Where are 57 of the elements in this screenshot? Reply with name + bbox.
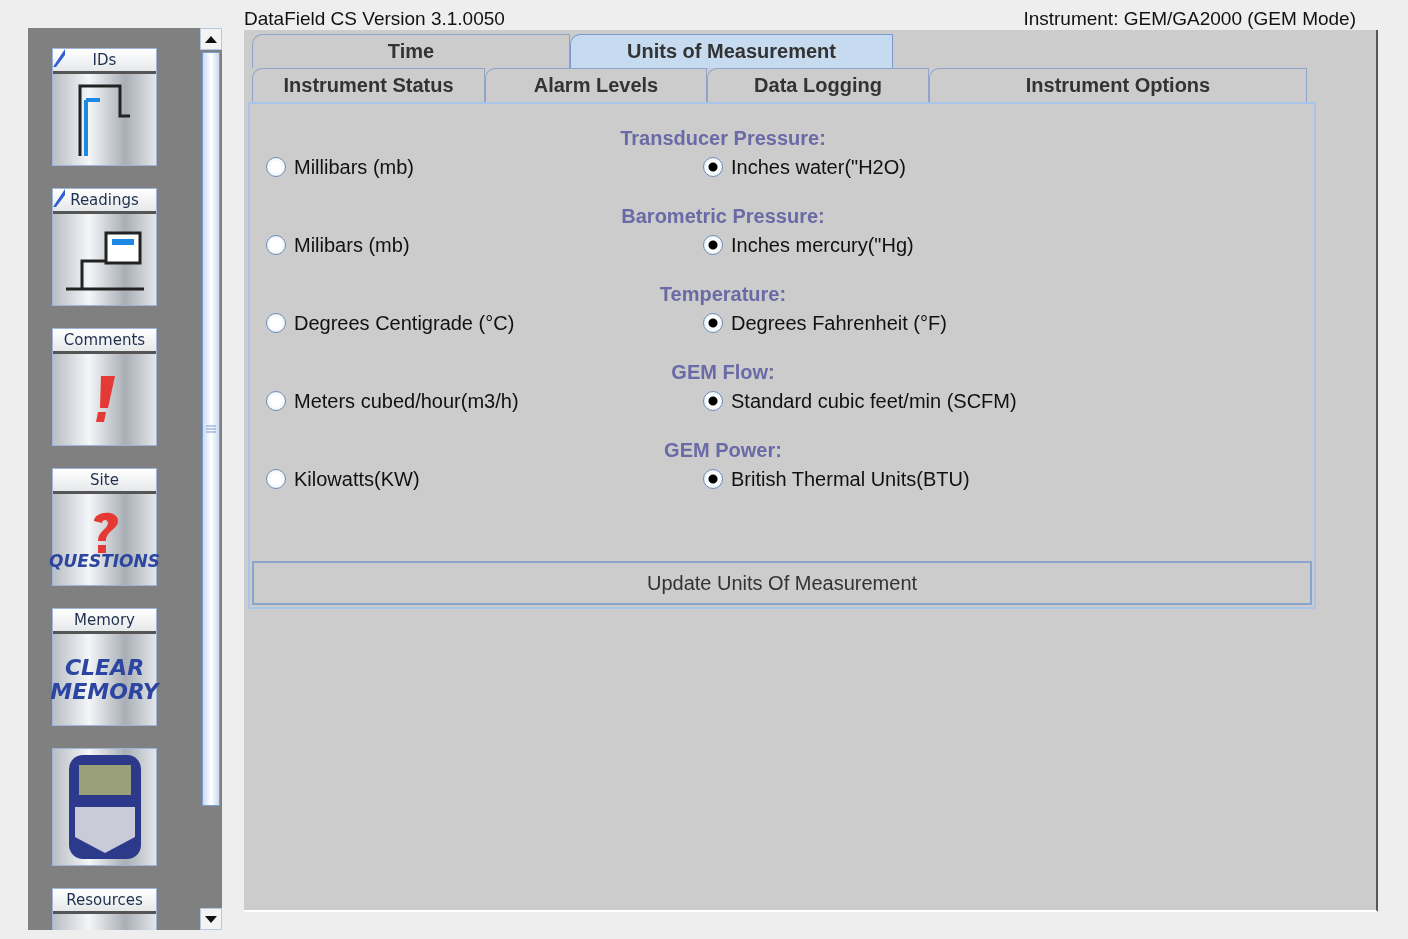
radio-label: Millibars (mb) [294,155,414,179]
group-heading: Temperature: [659,281,787,307]
radio-button[interactable] [703,391,723,411]
tile-label: IDs [92,51,117,69]
radio-button[interactable] [266,313,286,333]
sidebar-tile[interactable]: Comments [52,328,157,446]
tile-label: Readings [70,191,139,209]
scroll-down-button[interactable] [200,908,222,930]
group-heading: Barometric Pressure: [621,203,825,229]
art-text: CLEAR MEMORY [50,656,159,703]
radio-button[interactable] [266,469,286,489]
tile-label: Comments [63,331,146,349]
tab[interactable]: Data Logging [707,68,929,102]
radio-label: Meters cubed/hour(m3/h) [294,389,519,413]
tile-label: Resources [66,891,143,909]
scrollbar[interactable] [200,28,222,930]
tile-label: Memory [74,611,135,629]
tab[interactable]: Instrument Status [252,68,485,102]
radio-label: Degrees Fahrenheit (°F) [731,311,947,335]
tab[interactable]: Time [252,34,570,68]
tab[interactable]: Instrument Options [929,68,1307,102]
radio-button[interactable] [703,157,723,177]
up-arrow-icon [205,35,217,43]
tab[interactable]: Units of Measurement [570,34,893,68]
group-heading: GEM Power: [664,437,782,463]
radio-button[interactable] [703,235,723,255]
radio-button[interactable] [266,157,286,177]
radio-label: Kilowatts(KW) [294,467,420,491]
update-button[interactable]: Update Units Of Measurement [252,561,1312,605]
check-icon [53,189,65,207]
sidebar-tile[interactable]: IDs [52,48,157,166]
instrument-label: Instrument: GEM/GA2000 (GEM Mode) [1023,8,1356,30]
radio-button[interactable] [703,313,723,333]
radio-button[interactable] [703,469,723,489]
radio-label: Inches water("H2O) [731,155,906,179]
sidebar-tile[interactable]: Readings [52,188,157,306]
grip-icon [206,425,216,433]
down-arrow-icon [205,915,217,923]
radio-label: Degrees Centigrade (°C) [294,311,515,335]
radio-label: Inches mercury("Hg) [731,233,914,257]
group-heading: Transducer Pressure: [620,125,826,151]
radio-button[interactable] [266,235,286,255]
check-icon [53,49,65,67]
sidebar-tile[interactable] [52,748,157,866]
exclamation-icon [94,375,115,424]
scroll-thumb[interactable] [202,52,220,806]
art-text: QUESTIONS [49,552,160,571]
radio-label: Standard cubic feet/min (SCFM) [731,389,1017,413]
radio-label: British Thermal Units(BTU) [731,467,970,491]
tab[interactable]: Alarm Levels [485,68,707,102]
tile-label: Site [90,471,119,489]
radio-label: Milibars (mb) [294,233,410,257]
radio-button[interactable] [266,391,286,411]
sidebar-tile[interactable]: Resources [52,888,157,930]
version-label: DataField CS Version 3.1.0050 [244,8,505,30]
group-heading: GEM Flow: [671,359,775,385]
scroll-up-button[interactable] [200,28,222,50]
